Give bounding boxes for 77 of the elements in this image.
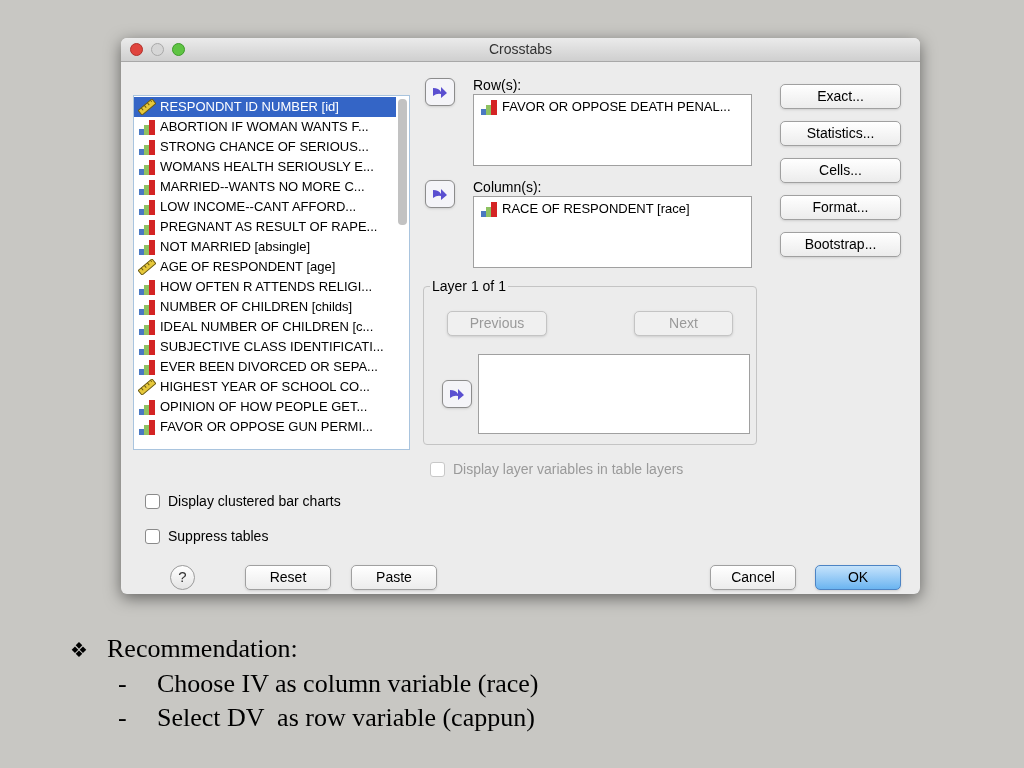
bar-chart-icon [138,399,156,415]
bar-chart-icon [138,159,156,175]
variable-item[interactable]: WOMANS HEALTH SERIOUSLY E... [134,157,396,177]
variable-item[interactable]: SUBJECTIVE CLASS IDENTIFICATI... [134,337,396,357]
bar-chart-icon [138,219,156,235]
checkbox-label: Display clustered bar charts [168,492,341,511]
variable-item[interactable]: RACE OF RESPONDENT [race] [476,199,749,219]
dialog-button[interactable]: Paste [351,565,437,590]
variable-item[interactable]: IDEAL NUMBER OF CHILDREN [c... [134,317,396,337]
variable-item[interactable]: AGE OF RESPONDENT [age] [134,257,396,277]
bar-chart-icon [138,199,156,215]
variable-item[interactable]: ABORTION IF WOMAN WANTS F... [134,117,396,137]
minimize-icon [151,43,164,56]
variable-item[interactable]: MARRIED--WANTS NO MORE C... [134,177,396,197]
help-button[interactable]: ? [170,565,195,590]
bar-chart-icon [138,419,156,435]
window-title: Crosstabs [489,40,552,59]
bullet-text: Choose IV as column variable (race) [157,668,539,700]
bar-chart-icon [138,279,156,295]
dialog-button[interactable]: Exact... [780,84,901,109]
section-label: Row(s): [473,78,523,93]
ruler-icon [138,259,156,275]
checkbox-label: Display layer variables in table layers [453,460,684,479]
variable-item[interactable]: FAVOR OR OPPOSE GUN PERMI... [134,417,396,437]
bar-chart-icon [138,319,156,335]
section-label: Column(s): [473,180,543,195]
bar-chart-icon [138,239,156,255]
dash-marker: - [118,668,128,700]
bar-chart-icon [138,299,156,315]
move-arrow-button[interactable] [442,380,472,408]
variable-item[interactable]: EVER BEEN DIVORCED OR SEPA... [134,357,396,377]
bullet-icon: ❖ [70,633,107,667]
close-icon [130,43,143,56]
bar-chart-icon [138,359,156,375]
slide-heading: Recommendation: [107,633,298,665]
variable-item[interactable]: LOW INCOME--CANT AFFORD... [134,197,396,217]
checkbox[interactable] [145,494,160,509]
bar-chart-icon [138,119,156,135]
checkbox-label: Suppress tables [168,527,269,546]
dialog-button[interactable]: Bootstrap... [780,232,901,257]
dash-marker: - [118,702,128,734]
arrow-icon [432,187,448,201]
variable-item[interactable]: STRONG CHANCE OF SERIOUS... [134,137,396,157]
ruler-icon [138,99,156,115]
variable-item[interactable]: HOW OFTEN R ATTENDS RELIGI... [134,277,396,297]
bar-chart-icon [138,339,156,355]
zoom-icon [172,43,185,56]
layer-list[interactable] [478,354,750,434]
bar-chart-icon [138,139,156,155]
dialog-button[interactable]: OK [815,565,901,590]
ruler-icon [138,379,156,395]
arrow-icon [432,85,448,99]
scrollbar-thumb[interactable] [398,99,407,225]
bar-chart-icon [480,201,498,217]
bar-chart-icon [480,99,498,115]
move-arrow-button[interactable] [425,78,455,106]
dialog-button[interactable]: Reset [245,565,331,590]
variable-item[interactable]: NUMBER OF CHILDREN [childs] [134,297,396,317]
group-title: Layer 1 of 1 [430,278,508,294]
arrow-icon [449,387,465,401]
dialog-button[interactable]: Format... [780,195,901,220]
checkbox[interactable] [145,529,160,544]
variable-item[interactable]: PREGNANT AS RESULT OF RAPE... [134,217,396,237]
variable-item[interactable]: HIGHEST YEAR OF SCHOOL CO... [134,377,396,397]
move-arrow-button[interactable] [425,180,455,208]
bullet-text: Select DV as row variable (cappun) [157,702,535,734]
variable-item[interactable]: FAVOR OR OPPOSE DEATH PENAL... [476,97,749,117]
dialog-button[interactable]: Statistics... [780,121,901,146]
variable-item[interactable]: OPINION OF HOW PEOPLE GET... [134,397,396,417]
variable-list[interactable] [133,95,410,450]
bar-chart-icon [138,179,156,195]
target-list[interactable]: RACE OF RESPONDENT [race] [473,196,752,268]
variable-item[interactable]: NOT MARRIED [absingle] [134,237,396,257]
dialog-button[interactable]: Cells... [780,158,901,183]
target-list[interactable]: FAVOR OR OPPOSE DEATH PENAL... [473,94,752,166]
variable-item[interactable]: RESPONDNT ID NUMBER [id] [134,97,396,117]
dialog-button[interactable]: Cancel [710,565,796,590]
